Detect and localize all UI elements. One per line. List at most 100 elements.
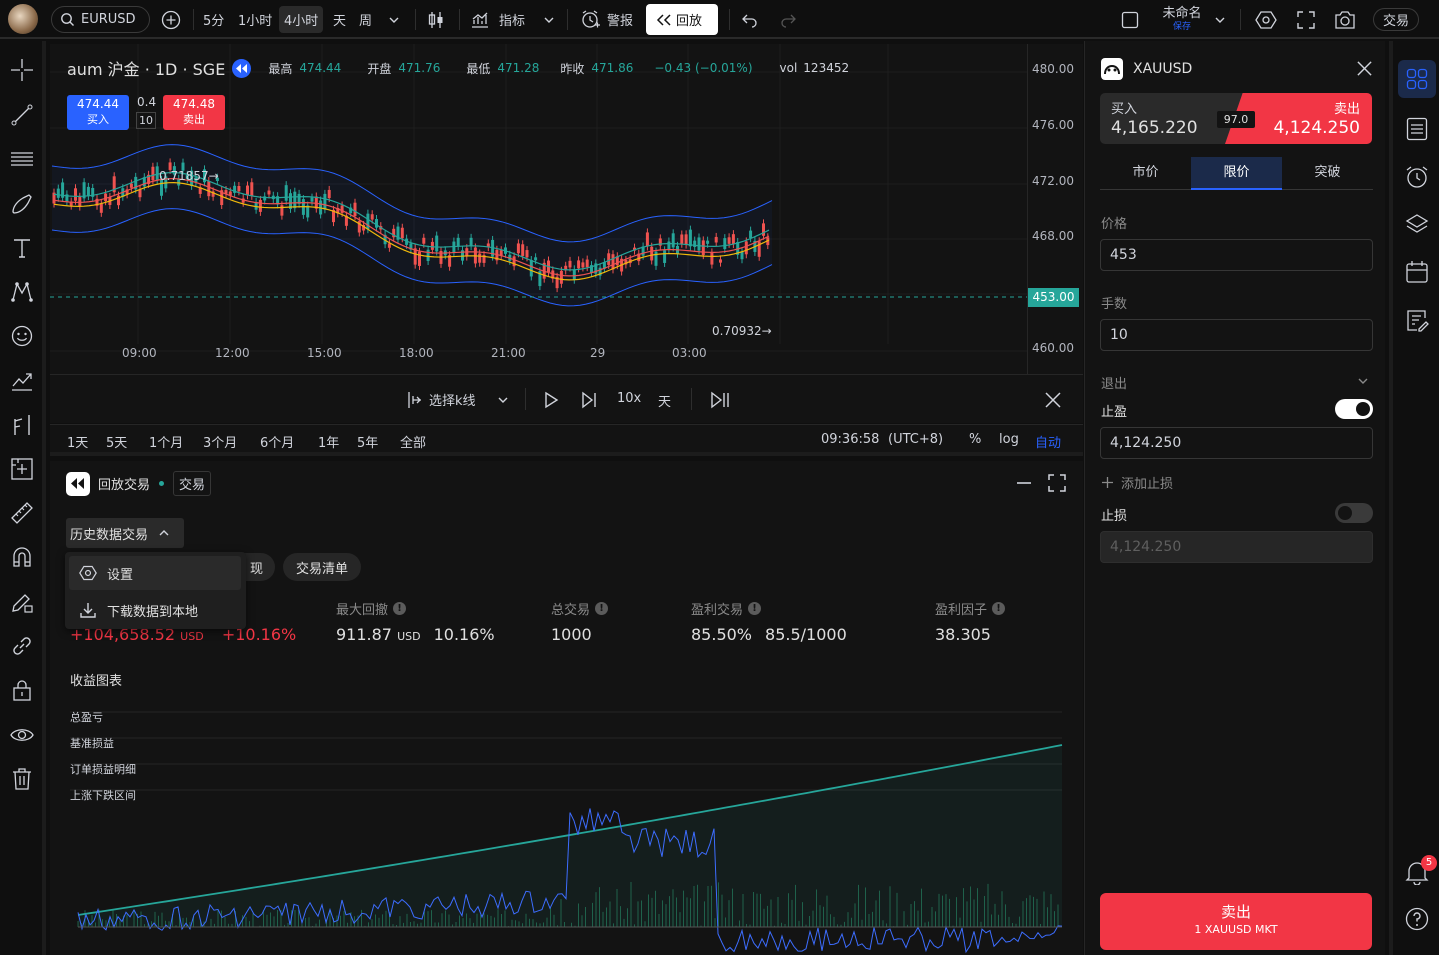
legend-order-pnl[interactable]: 订单损益明细 bbox=[70, 761, 136, 777]
percent-toggle[interactable]: % bbox=[969, 432, 981, 447]
range-1m[interactable]: 1个月 bbox=[149, 432, 183, 451]
magnet-tool[interactable] bbox=[9, 544, 35, 570]
tab-trade-list[interactable]: 交易清单 bbox=[283, 553, 362, 581]
legend-range[interactable]: 上涨下跌区间 bbox=[70, 787, 136, 803]
range-1d[interactable]: 1天 bbox=[67, 432, 88, 451]
chart-type-button[interactable] bbox=[426, 6, 446, 33]
range-5y[interactable]: 5年 bbox=[357, 432, 378, 451]
info-icon[interactable]: ! bbox=[393, 602, 407, 615]
jump-to-realtime-button[interactable] bbox=[710, 391, 730, 409]
tab-stop[interactable]: 突破 bbox=[1282, 157, 1373, 189]
horizontal-lines-tool[interactable] bbox=[9, 146, 35, 172]
lock-tool[interactable] bbox=[9, 677, 35, 703]
candlestick-chart[interactable] bbox=[50, 44, 1083, 374]
exit-collapse-button[interactable] bbox=[1357, 375, 1369, 387]
indicators-button[interactable]: 指标 bbox=[470, 6, 525, 33]
undo-button[interactable] bbox=[741, 6, 759, 33]
redo-button[interactable] bbox=[779, 6, 797, 33]
stop-loss-toggle[interactable] bbox=[1335, 503, 1373, 523]
data-source-dropdown[interactable]: 历史数据交易 bbox=[66, 518, 184, 548]
measure-tool[interactable] bbox=[9, 412, 35, 438]
notes-button[interactable] bbox=[1405, 308, 1429, 332]
settings-button[interactable] bbox=[1255, 6, 1277, 33]
layout-dropdown[interactable] bbox=[1214, 6, 1226, 33]
chart-symbol-title[interactable]: aum 沪金 · 1D · SGE bbox=[67, 56, 225, 80]
indicators-dropdown[interactable] bbox=[543, 6, 555, 33]
menu-item-download[interactable]: 下载数据到本地 bbox=[69, 593, 241, 627]
interval-5m[interactable]: 5分 bbox=[203, 6, 224, 33]
legend-total-pnl[interactable]: 总盈亏 bbox=[70, 709, 103, 725]
replay-button[interactable]: 回放 bbox=[646, 4, 718, 35]
speed-button[interactable]: 10x bbox=[617, 391, 641, 406]
close-order-panel-button[interactable] bbox=[1356, 60, 1373, 77]
symbol-search[interactable]: EURUSD bbox=[51, 6, 150, 33]
trendline-tool[interactable] bbox=[9, 102, 35, 128]
trade-button[interactable]: 交易 bbox=[1373, 8, 1420, 31]
calendar-button[interactable] bbox=[1405, 260, 1429, 284]
brush-tool[interactable] bbox=[9, 191, 35, 217]
legend-benchmark[interactable]: 基准损益 bbox=[70, 735, 114, 751]
qty-input[interactable]: 10 bbox=[1100, 319, 1373, 351]
range-all[interactable]: 全部 bbox=[400, 432, 426, 451]
maximize-panel-button[interactable] bbox=[1048, 474, 1066, 492]
layout-select-button[interactable] bbox=[1121, 6, 1139, 33]
log-toggle[interactable]: log bbox=[999, 432, 1019, 447]
visibility-tool[interactable] bbox=[9, 722, 35, 748]
alert-button[interactable]: 警报 bbox=[580, 6, 633, 33]
tab-market[interactable]: 市价 bbox=[1100, 157, 1191, 189]
draw-lock-tool[interactable] bbox=[9, 589, 35, 615]
quick-qty-input[interactable]: 10 bbox=[136, 112, 156, 129]
range-5d[interactable]: 5天 bbox=[106, 432, 127, 451]
link-tool[interactable] bbox=[9, 633, 35, 659]
interval-1d[interactable]: 天 bbox=[333, 6, 346, 33]
forecast-tool[interactable] bbox=[9, 368, 35, 394]
menu-item-settings[interactable]: 设置 bbox=[69, 556, 241, 590]
emoji-tool[interactable] bbox=[9, 323, 35, 349]
price-chart[interactable]: aum 沪金 · 1D · SGE 最高 474.44 开盘 471.76 最低… bbox=[50, 44, 1083, 374]
interval-1w[interactable]: 周 bbox=[359, 6, 372, 33]
ruler-tool[interactable] bbox=[9, 500, 35, 526]
screenshot-button[interactable] bbox=[1334, 6, 1356, 33]
layout-name-button[interactable]: 未命名 保存 bbox=[1159, 6, 1205, 33]
widgets-button[interactable] bbox=[1398, 60, 1436, 98]
price-input[interactable]: 453 bbox=[1100, 239, 1373, 271]
clock-time[interactable]: 09:36:58 bbox=[821, 432, 879, 447]
help-button[interactable] bbox=[1405, 907, 1429, 931]
y-axis[interactable]: 480.00 476.00 472.00 468.00 460.00 453.0… bbox=[1027, 44, 1083, 374]
range-1y[interactable]: 1年 bbox=[318, 432, 339, 451]
watchlist-button[interactable] bbox=[1406, 117, 1428, 141]
tab-limit[interactable]: 限价 bbox=[1191, 157, 1282, 190]
interval-button[interactable]: 天 bbox=[658, 391, 671, 410]
select-bar-dropdown[interactable] bbox=[497, 394, 509, 406]
submit-order-button[interactable]: 卖出 1 XAUUSD MKT bbox=[1100, 893, 1372, 950]
interval-4h[interactable]: 4小时 bbox=[279, 6, 324, 33]
text-tool[interactable] bbox=[9, 235, 35, 261]
take-profit-input[interactable]: 4,124.250 bbox=[1100, 427, 1373, 459]
interval-dropdown[interactable] bbox=[388, 6, 400, 33]
zoom-tool[interactable] bbox=[9, 456, 35, 482]
add-symbol-button[interactable] bbox=[161, 6, 183, 33]
range-3m[interactable]: 3个月 bbox=[203, 432, 237, 451]
add-stop-loss-button[interactable]: 添加止损 bbox=[1101, 473, 1173, 492]
close-replay-button[interactable] bbox=[1044, 391, 1062, 409]
range-6m[interactable]: 6个月 bbox=[260, 432, 294, 451]
select-bar-button[interactable]: 选择k线 bbox=[407, 390, 476, 409]
interval-1h[interactable]: 1小时 bbox=[238, 6, 272, 33]
fullscreen-button[interactable] bbox=[1297, 6, 1315, 33]
info-icon[interactable]: ! bbox=[992, 602, 1006, 615]
play-button[interactable] bbox=[543, 391, 559, 409]
alerts-sidebar-button[interactable] bbox=[1405, 165, 1429, 189]
step-forward-button[interactable] bbox=[580, 391, 598, 409]
auto-toggle[interactable]: 自动 bbox=[1035, 432, 1061, 451]
take-profit-toggle[interactable] bbox=[1335, 399, 1373, 419]
quick-buy-button[interactable]: 474.44 买入 bbox=[67, 95, 129, 130]
panel-tag[interactable]: 交易 bbox=[173, 471, 212, 496]
layers-button[interactable] bbox=[1405, 212, 1429, 236]
crosshair-tool[interactable] bbox=[9, 57, 35, 83]
timezone[interactable]: (UTC+8) bbox=[888, 432, 943, 447]
stop-loss-input[interactable]: 4,124.250 bbox=[1100, 531, 1373, 563]
equity-chart[interactable] bbox=[50, 695, 1083, 955]
x-axis[interactable]: 09:00 12:00 15:00 18:00 21:00 29 03:00 bbox=[50, 344, 1027, 374]
pattern-tool[interactable] bbox=[9, 279, 35, 305]
minimize-panel-button[interactable] bbox=[1016, 481, 1032, 485]
